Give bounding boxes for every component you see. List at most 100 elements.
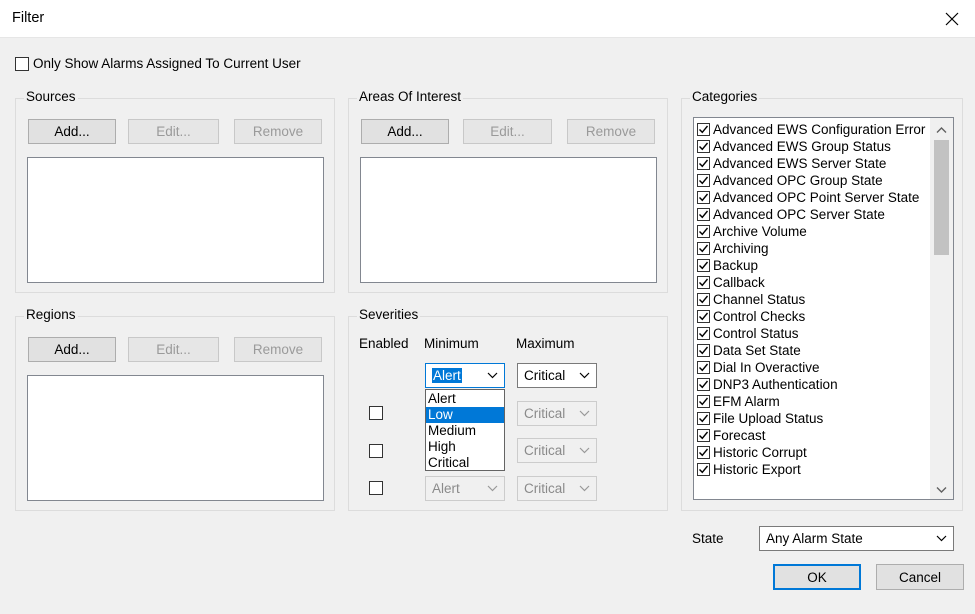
category-checkbox[interactable] xyxy=(697,293,710,306)
severity-row3-max-select[interactable]: Critical xyxy=(517,438,597,463)
regions-list[interactable] xyxy=(27,375,324,501)
severity-row4-min-select[interactable]: Alert xyxy=(425,476,505,501)
category-item[interactable]: Control Checks xyxy=(697,308,927,325)
category-item[interactable]: File Upload Status xyxy=(697,410,927,427)
areas-list[interactable] xyxy=(360,157,657,283)
regions-remove-button[interactable]: Remove xyxy=(234,337,322,362)
category-checkbox[interactable] xyxy=(697,446,710,459)
category-checkbox[interactable] xyxy=(697,327,710,340)
category-item[interactable]: Archiving xyxy=(697,240,927,257)
category-item[interactable]: Historic Export xyxy=(697,461,927,478)
category-item[interactable]: Backup xyxy=(697,257,927,274)
category-item[interactable]: Advanced OPC Group State xyxy=(697,172,927,189)
categories-title: Categories xyxy=(690,89,760,104)
category-label: Callback xyxy=(713,275,765,290)
dropdown-option-critical[interactable]: Critical xyxy=(426,455,504,471)
close-button[interactable] xyxy=(929,0,975,38)
category-item[interactable]: DNP3 Authentication xyxy=(697,376,927,393)
category-checkbox[interactable] xyxy=(697,140,710,153)
category-checkbox[interactable] xyxy=(697,395,710,408)
category-checkbox[interactable] xyxy=(697,191,710,204)
chevron-down-icon xyxy=(936,535,947,542)
severity-row1-max-select[interactable]: Critical xyxy=(517,363,597,388)
category-item[interactable]: Data Set State xyxy=(697,342,927,359)
sources-remove-button[interactable]: Remove xyxy=(234,119,322,144)
category-checkbox[interactable] xyxy=(697,361,710,374)
category-item[interactable]: Historic Corrupt xyxy=(697,444,927,461)
checkmark-icon xyxy=(699,261,709,270)
chevron-down-icon xyxy=(579,372,590,379)
category-item[interactable]: Dial In Overactive xyxy=(697,359,927,376)
category-checkbox[interactable] xyxy=(697,123,710,136)
scrollbar-thumb[interactable] xyxy=(934,140,949,255)
category-checkbox[interactable] xyxy=(697,208,710,221)
category-label: File Upload Status xyxy=(713,411,824,426)
category-checkbox[interactable] xyxy=(697,259,710,272)
categories-scrollbar[interactable] xyxy=(930,118,953,499)
chevron-down-icon[interactable] xyxy=(936,486,947,494)
severity-row4-max-select[interactable]: Critical xyxy=(517,476,597,501)
category-item[interactable]: Callback xyxy=(697,274,927,291)
dropdown-option-alert[interactable]: Alert xyxy=(426,391,504,407)
sources-list[interactable] xyxy=(27,157,324,283)
checkmark-icon xyxy=(699,244,709,253)
category-item[interactable]: Advanced OPC Point Server State xyxy=(697,189,927,206)
checkmark-icon xyxy=(699,329,709,338)
severity-row2-enabled-checkbox[interactable] xyxy=(369,406,383,420)
only-show-label: Only Show Alarms Assigned To Current Use… xyxy=(33,56,301,71)
category-item[interactable]: Advanced EWS Server State xyxy=(697,155,927,172)
category-checkbox[interactable] xyxy=(697,412,710,425)
category-item[interactable]: Control Status xyxy=(697,325,927,342)
category-checkbox[interactable] xyxy=(697,225,710,238)
areas-add-button[interactable]: Add... xyxy=(361,119,449,144)
category-checkbox[interactable] xyxy=(697,157,710,170)
checkmark-icon xyxy=(699,278,709,287)
severity-row2-max-select[interactable]: Critical xyxy=(517,401,597,426)
category-checkbox[interactable] xyxy=(697,242,710,255)
category-checkbox[interactable] xyxy=(697,174,710,187)
checkmark-icon xyxy=(699,414,709,423)
regions-add-button[interactable]: Add... xyxy=(28,337,116,362)
regions-edit-button[interactable]: Edit... xyxy=(128,337,219,362)
severity-row4-max-value: Critical xyxy=(524,481,566,496)
ok-button[interactable]: OK xyxy=(773,564,861,590)
category-label: Control Status xyxy=(713,326,799,341)
categories-list[interactable]: Advanced EWS Configuration Error Advanced… xyxy=(693,117,954,500)
severity-row1-min-select[interactable]: Alert xyxy=(425,363,505,388)
category-item[interactable]: Advanced OPC Server State xyxy=(697,206,927,223)
category-checkbox[interactable] xyxy=(697,310,710,323)
checkmark-icon xyxy=(699,312,709,321)
dropdown-option-medium[interactable]: Medium xyxy=(426,423,504,439)
category-label: Data Set State xyxy=(713,343,801,358)
category-item[interactable]: Advanced EWS Group Status xyxy=(697,138,927,155)
chevron-up-icon[interactable] xyxy=(936,126,947,134)
sources-edit-button[interactable]: Edit... xyxy=(128,119,219,144)
category-item[interactable]: Forecast xyxy=(697,427,927,444)
category-checkbox[interactable] xyxy=(697,276,710,289)
severity-row4-enabled-checkbox[interactable] xyxy=(369,481,383,495)
only-show-option[interactable]: Only Show Alarms Assigned To Current Use… xyxy=(15,56,301,71)
category-item[interactable]: Archive Volume xyxy=(697,223,927,240)
areas-remove-button[interactable]: Remove xyxy=(567,119,655,144)
dropdown-option-low[interactable]: Low xyxy=(426,407,504,423)
sources-add-button[interactable]: Add... xyxy=(28,119,116,144)
category-checkbox[interactable] xyxy=(697,463,710,476)
only-show-checkbox[interactable] xyxy=(15,56,29,71)
category-item[interactable]: Advanced EWS Configuration Error xyxy=(697,121,927,138)
cancel-button[interactable]: Cancel xyxy=(876,564,964,590)
chevron-down-icon xyxy=(579,410,590,417)
minimum-header: Minimum xyxy=(424,336,479,351)
severities-title: Severities xyxy=(357,307,421,322)
checkmark-icon xyxy=(699,125,709,134)
category-checkbox[interactable] xyxy=(697,344,710,357)
category-checkbox[interactable] xyxy=(697,378,710,391)
areas-edit-button[interactable]: Edit... xyxy=(463,119,552,144)
severity-row3-enabled-checkbox[interactable] xyxy=(369,444,383,458)
dropdown-option-high[interactable]: High xyxy=(426,439,504,455)
category-item[interactable]: EFM Alarm xyxy=(697,393,927,410)
checkmark-icon xyxy=(699,210,709,219)
checkmark-icon xyxy=(699,193,709,202)
state-select[interactable]: Any Alarm State xyxy=(759,526,954,551)
category-item[interactable]: Channel Status xyxy=(697,291,927,308)
category-checkbox[interactable] xyxy=(697,429,710,442)
